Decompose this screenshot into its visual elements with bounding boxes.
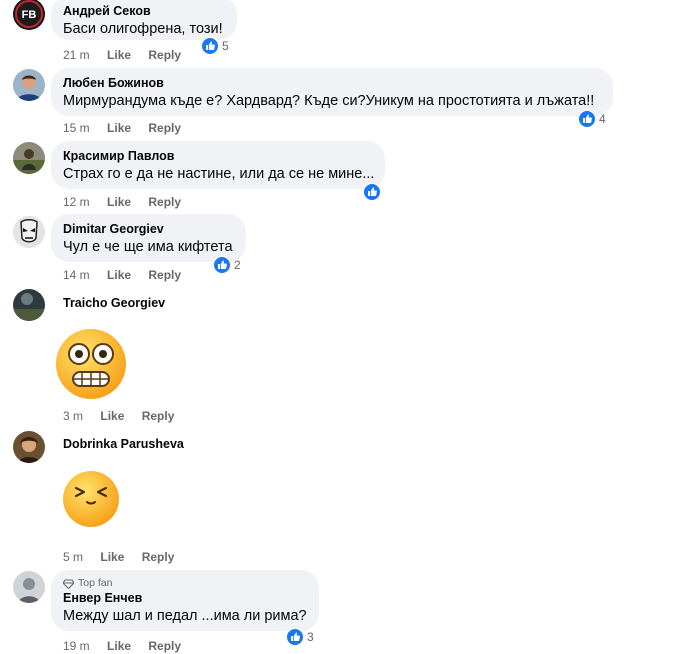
reaction-number: 3 (307, 630, 314, 644)
comment-time[interactable]: 15 m (63, 121, 90, 135)
reaction-count[interactable] (363, 183, 381, 201)
comment-author[interactable]: Dobrinka Parusheva (63, 437, 184, 451)
comment-time[interactable]: 19 m (63, 639, 90, 653)
like-button[interactable]: Like (107, 268, 131, 282)
comment-author[interactable]: Dimitar Georgiev (63, 221, 234, 237)
svg-text:FB: FB (22, 9, 37, 21)
reaction-count[interactable]: 2 (213, 256, 241, 274)
avatar[interactable] (13, 431, 45, 463)
comment-meta: 12 m Like Reply (63, 195, 195, 209)
comment-meta: 19 m Like Reply (63, 639, 195, 653)
avatar[interactable] (13, 142, 45, 174)
comment-author[interactable]: Красимир Павлов (63, 148, 373, 164)
comment-text: Между шал и педал ...има ли рима? (63, 608, 307, 624)
reply-button[interactable]: Reply (148, 195, 181, 209)
comment-text: Чул е че ще има кифтета (63, 239, 233, 255)
reaction-number: 2 (234, 258, 241, 272)
comment-author[interactable]: Андрей Секов (63, 3, 225, 19)
comment-bubble: Любен Божинов Мирмурандума къде е? Хардв… (51, 68, 613, 116)
comment-time[interactable]: 21 m (63, 48, 90, 62)
comment-meta: 5 m Like Reply (63, 550, 188, 564)
user-photo-icon (13, 289, 45, 321)
reaction-number: 4 (599, 112, 606, 126)
comment-text: Мирмурандума къде е? Хардвард? Къде си?У… (63, 93, 595, 109)
avatar[interactable] (13, 289, 45, 321)
comment-bubble: Андрей Секов Баси олигофрена, този! (51, 0, 237, 40)
avatar[interactable]: FB (13, 0, 45, 30)
avatar[interactable] (13, 69, 45, 101)
comment-time[interactable]: 14 m (63, 268, 90, 282)
comment-author[interactable]: Любен Божинов (63, 75, 601, 91)
grimacing-emoji-icon (54, 327, 128, 406)
like-button[interactable]: Like (100, 550, 124, 564)
reply-button[interactable]: Reply (142, 550, 175, 564)
reply-button[interactable]: Reply (148, 121, 181, 135)
reply-button[interactable]: Reply (148, 268, 181, 282)
reaction-count[interactable]: 5 (201, 37, 229, 55)
avatar[interactable] (13, 216, 45, 248)
like-button[interactable]: Like (107, 48, 131, 62)
comment-meta: 3 m Like Reply (63, 409, 188, 423)
like-reaction-icon (578, 110, 596, 128)
comment-time[interactable]: 3 m (63, 409, 83, 423)
like-reaction-icon (363, 183, 381, 201)
user-photo-icon (13, 142, 45, 174)
like-reaction-icon (286, 628, 304, 646)
comment-author[interactable]: Енвер Енчев (63, 590, 307, 606)
diamond-icon (63, 578, 74, 589)
comment-bubble: Dimitar Georgiev Чул е че ще има кифтета (51, 214, 246, 262)
like-button[interactable]: Like (107, 195, 131, 209)
comment-bubble: Top fan Енвер Енчев Между шал и педал ..… (51, 570, 319, 631)
like-reaction-icon (213, 256, 231, 274)
like-button[interactable]: Like (100, 409, 124, 423)
comment-meta: 14 m Like Reply (63, 268, 195, 282)
fb-logo-avatar-icon: FB (13, 0, 45, 30)
comment-text: Страх го е да не настине, или да се не м… (63, 166, 375, 182)
like-button[interactable]: Like (107, 639, 131, 653)
reaction-count[interactable]: 4 (578, 110, 606, 128)
user-photo-icon (13, 69, 45, 101)
comment-bubble: Красимир Павлов Страх го е да не настине… (51, 141, 385, 189)
reply-button[interactable]: Reply (148, 48, 181, 62)
comment-time[interactable]: 5 m (63, 550, 83, 564)
top-fan-label: Top fan (78, 577, 113, 589)
user-photo-icon (13, 571, 45, 603)
comment-author[interactable]: Traicho Georgiev (63, 296, 165, 310)
comment-time[interactable]: 12 m (63, 195, 90, 209)
like-reaction-icon (201, 37, 219, 55)
reply-button[interactable]: Reply (142, 409, 175, 423)
comment-meta: 21 m Like Reply (63, 48, 195, 62)
top-fan-badge: Top fan (63, 577, 307, 590)
like-button[interactable]: Like (107, 121, 131, 135)
avatar[interactable] (13, 571, 45, 603)
user-photo-icon (13, 431, 45, 463)
reaction-count[interactable]: 3 (286, 628, 314, 646)
reply-button[interactable]: Reply (148, 639, 181, 653)
squinting-emoji-icon (62, 470, 120, 533)
reaction-number: 5 (222, 39, 229, 53)
comment-meta: 15 m Like Reply (63, 121, 195, 135)
mask-avatar-icon (13, 216, 45, 248)
